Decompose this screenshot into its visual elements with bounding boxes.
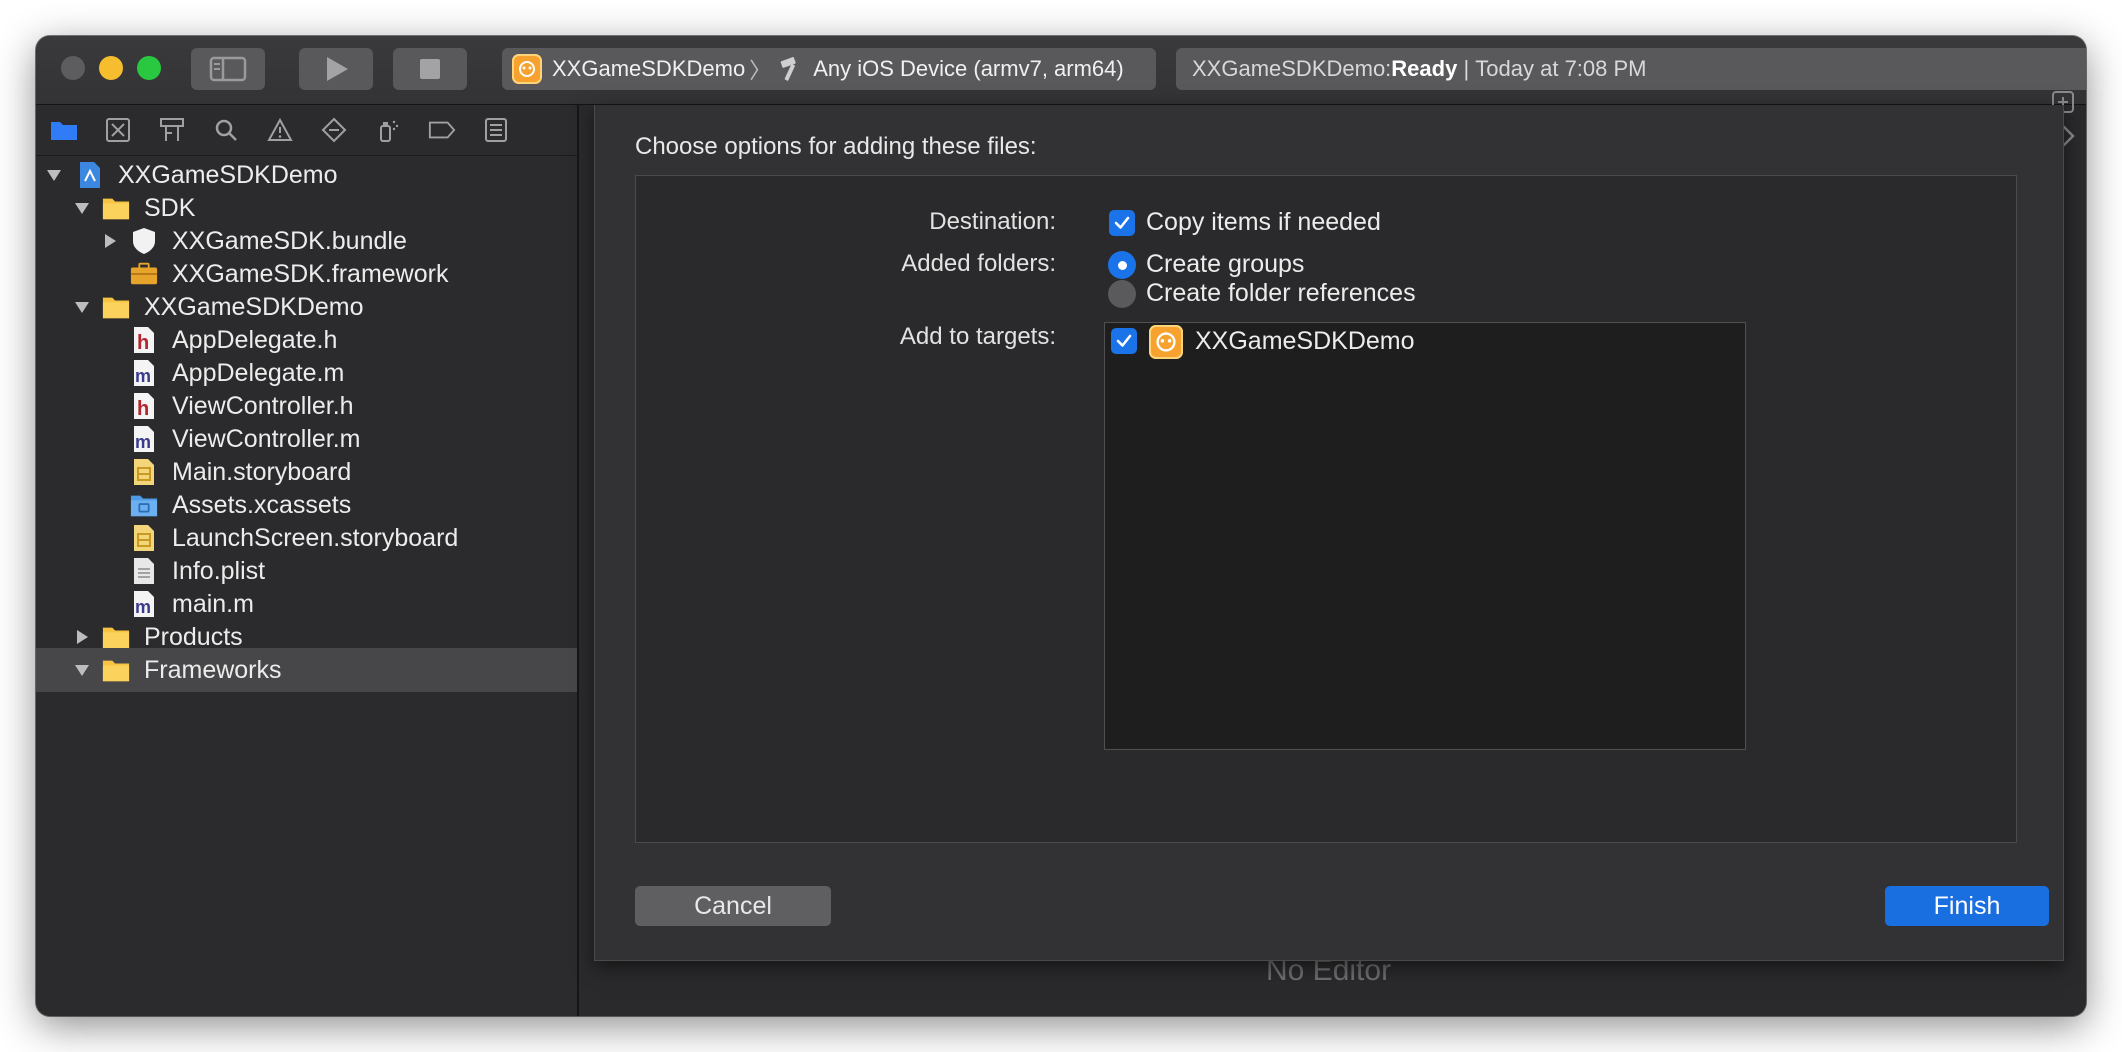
create-folder-refs-radio[interactable] xyxy=(1108,280,1136,308)
project-navigator: XXGameSDKDemo SDK XXGameSDK.bundle XXGam… xyxy=(36,105,579,1016)
destination-label: Destination: xyxy=(929,208,1056,235)
svg-text:m: m xyxy=(135,366,151,386)
status-project: XXGameSDKDemo: xyxy=(1192,56,1392,81)
activity-status: XXGameSDKDemo: Ready | Today at 7:08 PM xyxy=(1176,48,2086,90)
target-checkbox[interactable] xyxy=(1111,328,1137,354)
create-folder-refs-label[interactable]: Create folder references xyxy=(1146,279,1416,308)
test-diamond-icon[interactable] xyxy=(320,117,348,143)
disclosure-open-icon[interactable] xyxy=(44,165,64,185)
minimize-window-button[interactable] xyxy=(99,56,123,80)
create-groups-label[interactable]: Create groups xyxy=(1146,250,1304,279)
folder-icon[interactable] xyxy=(50,117,78,143)
close-window-button[interactable] xyxy=(61,56,85,80)
disclosure-closed-icon[interactable] xyxy=(72,627,92,647)
status-separator: | xyxy=(1457,56,1476,81)
copy-items-label[interactable]: Copy items if needed xyxy=(1146,208,1381,237)
disclosure-open-icon[interactable] xyxy=(72,660,92,680)
destination-name[interactable]: Any iOS Device (armv7, arm64) xyxy=(813,56,1124,82)
disclosure-closed-icon[interactable] xyxy=(100,231,120,251)
toolbar: XXGameSDKDemo 〉 Any iOS Device (armv7, a… xyxy=(36,36,2086,105)
target-name[interactable]: XXGameSDKDemo xyxy=(1195,327,1415,356)
sheet-title: Choose options for adding these files: xyxy=(635,133,1037,160)
xcode-window: XXGameSDKDemo 〉 Any iOS Device (armv7, a… xyxy=(36,36,2086,1016)
zoom-window-button[interactable] xyxy=(137,56,161,80)
report-icon[interactable] xyxy=(482,117,510,143)
checkmark-icon xyxy=(1114,216,1130,229)
stop-icon xyxy=(420,59,440,79)
targets-label: Add to targets: xyxy=(899,323,1056,350)
targets-list: XXGameSDKDemo xyxy=(1104,322,1746,750)
hammer-icon xyxy=(780,57,796,81)
target-app-icon xyxy=(1149,325,1183,359)
status-state: Ready xyxy=(1391,56,1458,81)
breadcrumb-separator: 〉 xyxy=(749,58,772,83)
source-control-icon[interactable] xyxy=(104,117,132,143)
hierarchy-icon[interactable] xyxy=(158,117,186,143)
create-groups-radio[interactable] xyxy=(1108,251,1136,279)
options-panel: Destination: Copy items if needed Added … xyxy=(635,175,2017,843)
tree-item-label: Frameworks xyxy=(144,655,282,684)
run-button[interactable] xyxy=(299,48,373,90)
breakpoint-icon[interactable] xyxy=(428,117,456,143)
search-icon[interactable] xyxy=(212,117,240,143)
stop-button[interactable] xyxy=(393,48,467,90)
sidebar-icon xyxy=(209,56,247,82)
cancel-button[interactable]: Cancel xyxy=(635,886,831,926)
app-icon xyxy=(512,54,542,84)
added-folders-label: Added folders: xyxy=(901,250,1056,277)
scheme-name[interactable]: XXGameSDKDemo xyxy=(552,56,745,82)
debug-spray-icon[interactable] xyxy=(374,117,402,143)
status-time: Today at 7:08 PM xyxy=(1475,56,1647,81)
scheme-selector[interactable]: XXGameSDKDemo 〉 Any iOS Device (armv7, a… xyxy=(502,48,1156,90)
play-icon xyxy=(327,57,348,81)
navigator-tab-bar xyxy=(36,105,577,156)
toggle-navigator-button[interactable] xyxy=(191,48,265,90)
disclosure-open-icon[interactable] xyxy=(72,297,92,317)
folder-icon xyxy=(102,655,130,685)
add-files-sheet: Choose options for adding these files: D… xyxy=(594,105,2064,961)
copy-items-checkbox[interactable] xyxy=(1109,210,1135,236)
finish-button[interactable]: Finish xyxy=(1885,886,2049,926)
checkmark-icon xyxy=(1116,334,1132,347)
tree-item-frameworks[interactable]: Frameworks xyxy=(36,648,577,692)
svg-text:m: m xyxy=(135,432,151,452)
warning-icon[interactable] xyxy=(266,117,294,143)
disclosure-open-icon[interactable] xyxy=(72,198,92,218)
svg-text:m: m xyxy=(135,597,151,617)
